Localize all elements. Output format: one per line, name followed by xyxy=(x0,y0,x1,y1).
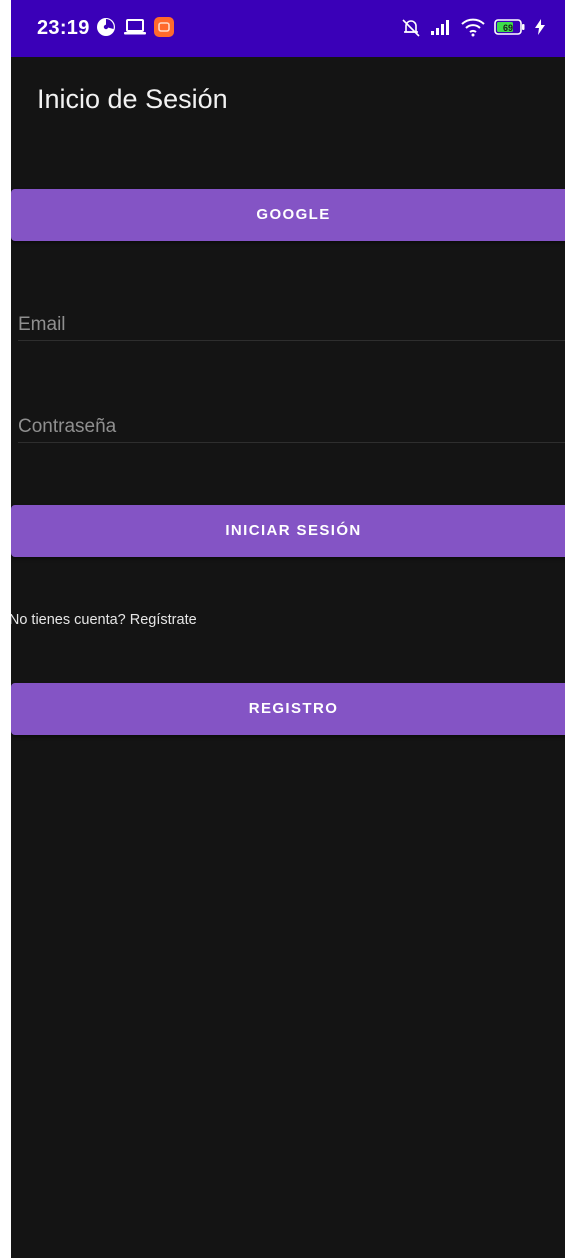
app-screen: 23:19 69 Inicio de Sesión GOOGLE Email I… xyxy=(11,0,565,1258)
email-field[interactable] xyxy=(18,314,558,336)
status-left-icons xyxy=(96,16,174,42)
login-button[interactable]: INICIAR SESIÓN xyxy=(11,505,565,557)
battery-level-text: 69 xyxy=(503,23,513,33)
password-field-container xyxy=(18,398,565,443)
page-title: Inicio de Sesión xyxy=(37,84,228,114)
password-field[interactable] xyxy=(18,416,558,438)
battery-icon: 69 xyxy=(494,18,526,41)
email-field-container xyxy=(18,296,565,341)
google-signin-button[interactable]: GOOGLE xyxy=(11,189,565,241)
register-button[interactable]: REGISTRO xyxy=(11,683,565,735)
charging-icon xyxy=(535,18,545,40)
status-right-icons: 69 xyxy=(401,18,545,40)
signal-icon xyxy=(430,18,452,41)
app-notification-icon xyxy=(154,16,174,42)
laptop-icon xyxy=(124,18,146,41)
status-bar: 23:19 69 xyxy=(11,0,565,57)
wifi-icon xyxy=(461,17,485,42)
status-time: 23:19 xyxy=(37,17,90,39)
register-prompt-text: ¿No tienes cuenta? Regístrate xyxy=(11,612,197,628)
notifications-muted-icon xyxy=(401,17,421,42)
speed-gauge-icon xyxy=(96,17,116,42)
